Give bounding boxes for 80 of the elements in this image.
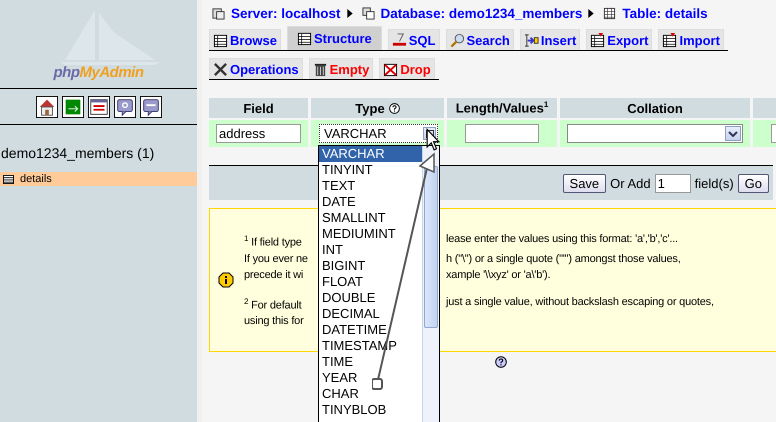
tab[interactable]: Export — [586, 29, 652, 50]
dropdown-option[interactable]: DATETIME — [319, 322, 422, 338]
column-header: Length/Values$^{1}$ — [447, 98, 557, 118]
search-icon — [450, 32, 464, 48]
dropdown-option[interactable]: CHAR — [319, 386, 422, 402]
database-name[interactable]: demo1234_members (1) — [0, 145, 197, 161]
note-text: precede it wi — [244, 268, 304, 282]
column-header: Field — [209, 98, 308, 118]
table-icon — [3, 174, 14, 184]
breadcrumb-link[interactable]: Database: demo1234_members — [380, 6, 582, 20]
table-icon — [662, 32, 678, 48]
dropdown-option[interactable]: DECIMAL — [319, 306, 422, 322]
help-icon[interactable] — [495, 356, 507, 368]
tab[interactable]: Search — [446, 29, 514, 50]
note-text: $^{1}$ If field type — [244, 232, 303, 250]
database-icon — [362, 6, 375, 20]
dropdown-option[interactable]: SMALLINT — [319, 210, 422, 226]
triangle-icon — [346, 8, 353, 18]
trash-icon — [312, 62, 328, 76]
home-icon[interactable] — [36, 96, 58, 118]
tab[interactable]: Insert — [520, 29, 580, 50]
dropdown-option[interactable]: DATE — [319, 194, 422, 210]
triangle-icon — [588, 8, 594, 18]
column-header: Collation — [560, 98, 750, 118]
sql-icon — [392, 32, 407, 48]
sql-query-icon[interactable] — [140, 96, 162, 118]
tab[interactable]: Browse — [209, 29, 281, 50]
dropdown-option[interactable]: INT — [319, 242, 422, 258]
dropdown-option[interactable]: FLOAT — [319, 274, 422, 290]
tab[interactable]: Structure — [286, 26, 382, 50]
help-icon[interactable] — [388, 102, 400, 114]
scrollbar[interactable] — [422, 146, 439, 422]
dropdown-option[interactable]: TINYBLOB — [319, 402, 422, 418]
type-select[interactable]: VARCHAR — [319, 124, 438, 143]
logo-text: phpMyAdmin — [54, 64, 144, 81]
breadcrumb-link[interactable]: Server: localhost — [231, 6, 341, 20]
tab[interactable]: SQL — [388, 29, 440, 50]
dropdown-option[interactable]: MEDIUMINT — [319, 226, 422, 242]
field-name-input[interactable]: address — [216, 124, 301, 143]
square-icon — [426, 130, 434, 138]
sql-window-icon[interactable] — [88, 96, 110, 118]
help-icon[interactable] — [114, 96, 136, 118]
table-icon — [590, 32, 606, 48]
note-text: If you ever ne — [244, 252, 309, 266]
note-text: lease enter the values using this format: 'a','b','c'... — [446, 232, 678, 247]
tools-icon — [213, 62, 228, 76]
info-icon — [218, 272, 234, 288]
dropdown-option[interactable]: TINYINT — [319, 162, 422, 178]
dropdown-option[interactable]: TEXT — [319, 178, 422, 194]
note-text: $^{2}$ For default — [244, 296, 303, 314]
insert-row-icon — [524, 32, 539, 48]
save-button[interactable]: Save — [562, 174, 606, 192]
chevron-down-icon — [728, 130, 738, 136]
note-text: using this for — [244, 314, 305, 330]
tab[interactable]: Operations — [209, 58, 303, 79]
note-text: h ("\") or a single quote ("'") amongst those values, — [446, 252, 681, 266]
tab[interactable]: Import — [658, 29, 724, 50]
dropdown-option[interactable]: BIGINT — [319, 258, 422, 274]
table-icon — [213, 32, 228, 48]
server-icon — [212, 6, 225, 20]
length-input[interactable] — [465, 124, 539, 143]
table-name: details — [20, 173, 52, 185]
or-add-label: Or Add — [610, 176, 651, 190]
column-header: Type — [311, 98, 444, 118]
fields-label: field(s) — [694, 176, 734, 190]
table-icon — [296, 31, 312, 46]
exit-icon[interactable] — [62, 96, 84, 118]
go-button[interactable]: Go — [738, 174, 769, 192]
dropdown-option[interactable]: TIME — [319, 354, 422, 370]
dropdown-button[interactable] — [725, 126, 741, 141]
table-list-item[interactable]: details — [0, 172, 197, 186]
note-text: just a single value, without backslash escaping or quotes, — [446, 294, 714, 310]
dropdown-option[interactable]: VARCHAR — [319, 146, 422, 162]
field-count-input[interactable]: 1 — [654, 174, 691, 192]
table-icon — [603, 6, 616, 20]
dropdown-option[interactable]: YEAR — [319, 370, 422, 386]
note-text: xample '\\xyz' or 'a\'b'). — [446, 268, 550, 282]
breadcrumb-link[interactable]: Table: details — [622, 6, 708, 20]
delete-table-icon — [383, 62, 398, 76]
dropdown-option[interactable]: DOUBLE — [319, 290, 422, 306]
